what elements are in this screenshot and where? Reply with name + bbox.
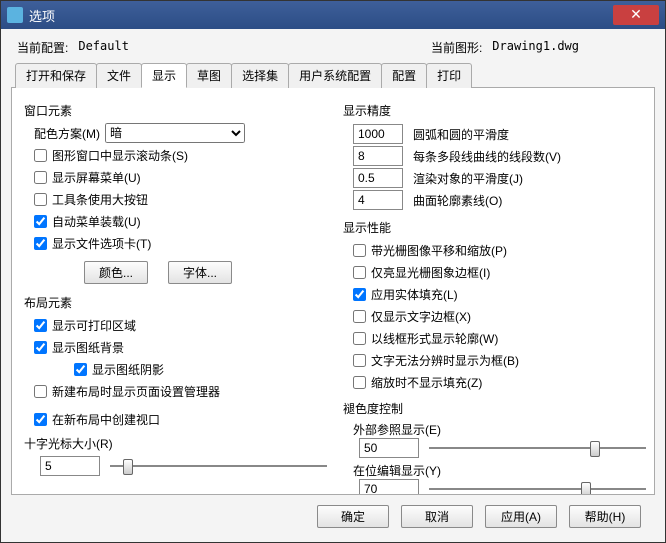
options-dialog: 选项 ✕ 当前配置: Default 当前图形: Drawing1.dwg 打开… — [0, 0, 666, 543]
chk-printable-area[interactable]: 显示可打印区域 — [34, 317, 136, 334]
polyline-segments-label: 每条多段线曲线的线段数(V) — [413, 148, 561, 165]
tab-display[interactable]: 显示 — [141, 63, 187, 88]
app-icon — [7, 7, 23, 23]
ok-button[interactable]: 确定 — [317, 505, 389, 528]
right-column: 显示精度 圆弧和圆的平滑度 每条多段线曲线的线段数(V) 渲染对象的平滑度(J)… — [339, 98, 646, 490]
tab-profile[interactable]: 配置 — [381, 63, 427, 88]
group-display-performance: 显示性能 — [343, 219, 646, 236]
current-drawing-label: 当前图形: — [431, 39, 482, 56]
dialog-body: 当前配置: Default 当前图形: Drawing1.dwg 打开和保存 文… — [1, 29, 665, 542]
chk-create-viewport[interactable]: 在新布局中创建视口 — [34, 411, 160, 428]
xref-fade-slider[interactable] — [429, 438, 646, 458]
left-column: 窗口元素 配色方案(M) 暗 图形窗口中显示滚动条(S) 显示屏幕菜单(U) 工… — [20, 98, 327, 490]
top-info-row: 当前配置: Default 当前图形: Drawing1.dwg — [11, 35, 655, 62]
polyline-segments-input[interactable] — [353, 146, 403, 166]
arc-smoothness-input[interactable] — [353, 124, 403, 144]
tab-selection[interactable]: 选择集 — [231, 63, 289, 88]
apply-button[interactable]: 应用(A) — [485, 505, 557, 528]
chk-paper-shadow[interactable]: 显示图纸阴影 — [74, 361, 164, 378]
chk-wireframe-silhouette[interactable]: 以线框形式显示轮廓(W) — [353, 330, 498, 347]
chk-page-setup-manager[interactable]: 新建布局时显示页面设置管理器 — [34, 383, 220, 400]
close-button[interactable]: ✕ — [613, 5, 659, 25]
group-fade-control: 褪色度控制 — [343, 400, 646, 417]
chk-file-tabs[interactable]: 显示文件选项卡(T) — [34, 235, 151, 252]
chk-text-boundary-only[interactable]: 仅显示文字边框(X) — [353, 308, 471, 325]
inplace-fade-label: 在位编辑显示(Y) — [353, 462, 646, 479]
chk-no-fill-on-zoom[interactable]: 缩放时不显示填充(Z) — [353, 374, 482, 391]
cancel-button[interactable]: 取消 — [401, 505, 473, 528]
titlebar: 选项 ✕ — [1, 1, 665, 29]
chk-text-as-box[interactable]: 文字无法分辨时显示为框(B) — [353, 352, 519, 369]
chk-screen-menu[interactable]: 显示屏幕菜单(U) — [34, 169, 141, 186]
xref-fade-label: 外部参照显示(E) — [353, 421, 646, 438]
arc-smoothness-label: 圆弧和圆的平滑度 — [413, 126, 509, 143]
window-title: 选项 — [29, 6, 613, 25]
group-display-resolution: 显示精度 — [343, 102, 646, 119]
chk-highlight-raster-frame[interactable]: 仅亮显光栅图象边框(I) — [353, 264, 490, 281]
render-smoothness-label: 渲染对象的平滑度(J) — [413, 170, 523, 187]
tab-open-save[interactable]: 打开和保存 — [15, 63, 97, 88]
chk-large-buttons[interactable]: 工具条使用大按钮 — [34, 191, 148, 208]
crosshair-size-slider[interactable] — [110, 456, 327, 476]
tab-strip: 打开和保存 文件 显示 草图 选择集 用户系统配置 配置 打印 — [11, 62, 655, 88]
inplace-fade-input[interactable] — [359, 479, 419, 495]
help-button[interactable]: 帮助(H) — [569, 505, 641, 528]
crosshair-size-input[interactable] — [40, 456, 100, 476]
tab-panel-display: 窗口元素 配色方案(M) 暗 图形窗口中显示滚动条(S) 显示屏幕菜单(U) 工… — [11, 88, 655, 495]
tab-plot[interactable]: 打印 — [426, 63, 472, 88]
contour-lines-label: 曲面轮廓素线(O) — [413, 192, 502, 209]
tab-draft[interactable]: 草图 — [186, 63, 232, 88]
color-scheme-select[interactable]: 暗 — [105, 123, 245, 143]
tab-file[interactable]: 文件 — [96, 63, 142, 88]
xref-fade-input[interactable] — [359, 438, 419, 458]
current-config-label: 当前配置: — [17, 39, 68, 56]
colors-button[interactable]: 颜色... — [84, 261, 148, 284]
group-layout-elements: 布局元素 — [24, 294, 327, 311]
chk-pan-zoom-raster[interactable]: 带光栅图像平移和缩放(P) — [353, 242, 507, 259]
dialog-footer: 确定 取消 应用(A) 帮助(H) — [11, 495, 655, 532]
inplace-fade-slider[interactable] — [429, 479, 646, 495]
tab-user-pref[interactable]: 用户系统配置 — [288, 63, 382, 88]
group-crosshair-size: 十字光标大小(R) — [24, 435, 327, 452]
render-smoothness-input[interactable] — [353, 168, 403, 188]
current-drawing-value: Drawing1.dwg — [492, 39, 579, 56]
current-config-value: Default — [78, 39, 129, 56]
fonts-button[interactable]: 字体... — [168, 261, 232, 284]
chk-paper-bg[interactable]: 显示图纸背景 — [34, 339, 124, 356]
chk-apply-solid-fill[interactable]: 应用实体填充(L) — [353, 286, 458, 303]
group-window-elements: 窗口元素 — [24, 102, 327, 119]
chk-scrollbars[interactable]: 图形窗口中显示滚动条(S) — [34, 147, 188, 164]
chk-auto-menu-load[interactable]: 自动菜单装载(U) — [34, 213, 141, 230]
contour-lines-input[interactable] — [353, 190, 403, 210]
color-scheme-label: 配色方案(M) — [34, 125, 100, 142]
